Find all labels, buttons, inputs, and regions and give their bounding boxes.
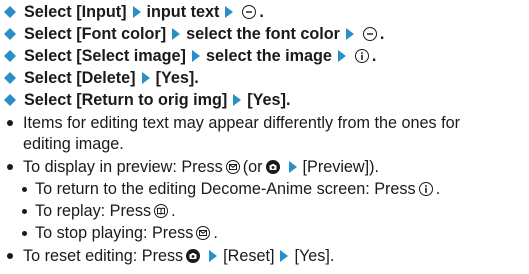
triangle-arrow-icon xyxy=(288,161,297,173)
i-key-icon xyxy=(418,182,433,196)
diamond-bullet-icon xyxy=(4,50,16,62)
subnote-return-editing: To return to the editing Decome-Anime sc… xyxy=(0,179,440,199)
step-text: . xyxy=(379,25,385,43)
note-text: Items for editing text may appear differ… xyxy=(23,114,460,132)
note-text: [Yes]. xyxy=(294,247,335,265)
triangle-arrow-icon xyxy=(345,28,354,40)
sub-bullet-dot-icon xyxy=(22,208,27,214)
step-text: Select [Font color] xyxy=(24,25,167,43)
diamond-bullet-icon xyxy=(4,72,16,84)
note-text: . xyxy=(435,180,441,198)
diamond-bullet-icon xyxy=(4,6,16,18)
note-reset: To reset editing: Press [Reset] [Yes]. xyxy=(0,246,334,266)
triangle-arrow-icon xyxy=(132,6,141,18)
note-text: editing image. xyxy=(23,135,124,153)
note-text: [Preview]). xyxy=(302,158,379,176)
step-text: input text xyxy=(146,3,220,21)
subnote-replay: To replay: Press . xyxy=(0,201,176,221)
mail-key-icon xyxy=(225,160,240,174)
minus-key-icon xyxy=(362,27,377,41)
mail-key-icon xyxy=(196,226,211,240)
bullet-dot-icon xyxy=(7,120,13,126)
note-editing-text: Items for editing text may appear differ… xyxy=(0,113,460,133)
minus-key-icon xyxy=(242,5,257,19)
triangle-arrow-icon xyxy=(191,50,200,62)
step-delete: Select [Delete] [Yes]. xyxy=(0,68,199,88)
triangle-arrow-icon xyxy=(172,28,181,40)
step-text: Select [Input] xyxy=(24,3,127,21)
note-preview: To display in preview: Press (or [Previe… xyxy=(0,157,379,177)
manual-page: Select [Input] input text . Select [Font… xyxy=(0,0,529,274)
camera-key-icon xyxy=(186,249,201,263)
triangle-arrow-icon xyxy=(280,250,289,262)
step-input: Select [Input] input text . xyxy=(0,2,264,22)
sub-bullet-dot-icon xyxy=(22,230,27,236)
note-text: To replay: Press xyxy=(35,202,152,220)
triangle-arrow-icon xyxy=(337,50,346,62)
book-key-icon xyxy=(154,204,169,218)
note-text: To reset editing: Press xyxy=(23,247,184,265)
note-text: To display in preview: Press xyxy=(23,158,223,176)
triangle-arrow-icon xyxy=(209,250,218,262)
note-text: [Reset] xyxy=(223,247,275,265)
step-text: Select [Select image] xyxy=(24,47,186,65)
step-text: [Yes]. xyxy=(155,69,199,87)
step-font-color: Select [Font color] select the font colo… xyxy=(0,24,384,44)
sub-bullet-dot-icon xyxy=(22,186,27,192)
diamond-bullet-icon xyxy=(4,94,16,106)
note-editing-text-cont: editing image. xyxy=(0,134,124,154)
step-text: select the image xyxy=(205,47,332,65)
note-text: To return to the editing Decome-Anime sc… xyxy=(35,180,416,198)
triangle-arrow-icon xyxy=(225,6,234,18)
step-return-original: Select [Return to orig img] [Yes]. xyxy=(0,90,290,110)
note-text: . xyxy=(171,202,176,220)
subnote-stop: To stop playing: Press . xyxy=(0,223,218,243)
bullet-dot-icon xyxy=(7,164,13,170)
note-text: . xyxy=(213,224,218,242)
step-text: [Yes]. xyxy=(247,91,291,109)
note-text: To stop playing: Press xyxy=(35,224,194,242)
bullet-dot-icon xyxy=(7,253,13,259)
camera-key-icon xyxy=(265,160,280,174)
note-text: (or xyxy=(242,158,263,176)
triangle-arrow-icon xyxy=(141,72,150,84)
step-text: . xyxy=(371,47,377,65)
step-text: . xyxy=(259,3,264,21)
triangle-arrow-icon xyxy=(233,94,242,106)
step-text: Select [Return to orig img] xyxy=(24,91,228,109)
step-text: Select [Delete] xyxy=(24,69,136,87)
diamond-bullet-icon xyxy=(4,28,16,40)
step-select-image: Select [Select image] select the image . xyxy=(0,46,376,66)
i-key-icon xyxy=(354,49,369,63)
step-text: select the font color xyxy=(186,25,340,43)
